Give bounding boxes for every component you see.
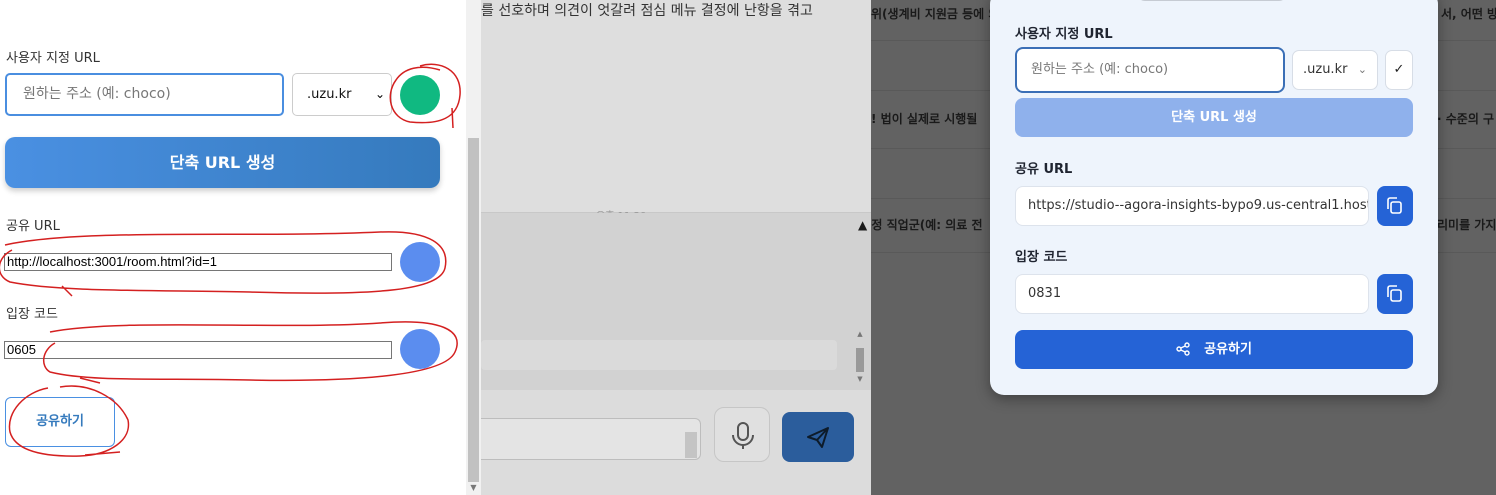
custom-url-input[interactable]: 원하는 주소 (예: choco) xyxy=(5,73,284,116)
entry-code-field[interactable]: 0605 xyxy=(4,341,392,359)
textarea-scrollbar[interactable] xyxy=(685,432,697,458)
entry-code-label: 입장 코드 xyxy=(6,307,58,322)
entry-code-field[interactable]: 0831 xyxy=(1015,274,1369,314)
chat-textarea[interactable] xyxy=(481,418,701,460)
chevron-down-icon: ⌄ xyxy=(1357,63,1367,76)
chat-message-text: 를 선호하며 의견이 엇갈려 점심 메뉴 결정에 난항을 겪고 xyxy=(481,3,813,19)
check-availability-button[interactable]: ✓ xyxy=(1385,50,1413,90)
send-button[interactable] xyxy=(782,412,854,462)
scroll-down-arrow-icon[interactable]: ▼ xyxy=(855,375,865,383)
custom-url-label: 사용자 지정 URL xyxy=(1015,27,1113,42)
domain-select-value: .uzu.kr xyxy=(307,87,352,102)
microphone-icon xyxy=(732,422,754,449)
send-icon xyxy=(807,427,829,448)
domain-select[interactable]: .uzu.kr ⌄ xyxy=(1292,50,1378,90)
copy-entry-code-button[interactable] xyxy=(400,329,440,369)
share-url-field[interactable]: http://localhost:3001/room.html?id=1 xyxy=(4,253,392,271)
mic-button[interactable] xyxy=(714,407,770,462)
scroll-down-arrow-icon[interactable]: ▼ xyxy=(466,481,481,495)
background-text: ! 법이 실제로 시행될 xyxy=(871,112,978,126)
background-text: ▲ 정 직업군(예: 의료 전 xyxy=(858,218,983,232)
copy-entry-code-button[interactable] xyxy=(1377,274,1413,314)
scrollbar-thumb[interactable] xyxy=(856,348,864,372)
background-text: · 수준의 구 xyxy=(1437,112,1495,126)
share-url-label: 공유 URL xyxy=(1015,162,1073,177)
custom-url-input[interactable]: 원하는 주소 (예: choco) xyxy=(1015,47,1285,93)
scrollbar-thumb[interactable] xyxy=(468,138,479,482)
copy-icon xyxy=(1387,197,1402,214)
copy-icon xyxy=(1387,285,1402,302)
share-modal: 사용자 지정 URL 원하는 주소 (예: choco) .uzu.kr ⌄ ✓… xyxy=(990,0,1438,395)
share-icon xyxy=(1176,342,1190,356)
copy-share-url-button[interactable] xyxy=(1377,186,1413,226)
chat-message-bubble xyxy=(481,340,837,370)
chevron-down-icon: ⌄ xyxy=(374,87,385,101)
domain-select-value: .uzu.kr xyxy=(1303,62,1348,77)
scroll-up-arrow-icon[interactable]: ▲ xyxy=(855,330,865,338)
left-panel-scrollbar[interactable]: ▼ xyxy=(466,0,481,495)
check-icon: ✓ xyxy=(1393,62,1405,77)
chat-area: 를 선호하며 의견이 엇갈려 점심 메뉴 결정에 난항을 겪고 오후 11:20… xyxy=(481,0,871,495)
chat-scrollbar[interactable]: ▲ ▼ xyxy=(855,330,865,385)
entry-code-label: 입장 코드 xyxy=(1015,250,1068,265)
share-button[interactable]: 공유하기 xyxy=(1015,330,1413,369)
create-short-url-button[interactable]: 단축 URL 생성 xyxy=(5,137,440,188)
background-text: 리미를 가지 xyxy=(1437,218,1496,232)
share-url-field[interactable]: https://studio--agora-insights-bypo9.us-… xyxy=(1015,186,1369,226)
create-short-url-button[interactable]: 단축 URL 생성 xyxy=(1015,98,1413,137)
share-url-label: 공유 URL xyxy=(6,219,60,234)
background-text: 서, 어떤 방 xyxy=(1441,7,1496,21)
custom-url-label: 사용자 지정 URL xyxy=(6,51,100,66)
domain-select[interactable]: .uzu.kr ⌄ xyxy=(292,73,392,116)
share-button[interactable]: 공유하기 xyxy=(5,397,115,447)
modal-top-tab xyxy=(1137,0,1287,1)
left-share-panel: 사용자 지정 URL 원하는 주소 (예: choco) .uzu.kr ⌄ 단… xyxy=(0,0,466,495)
share-button-label: 공유하기 xyxy=(1204,342,1252,357)
status-indicator-circle[interactable] xyxy=(400,75,440,115)
copy-share-url-button[interactable] xyxy=(400,242,440,282)
